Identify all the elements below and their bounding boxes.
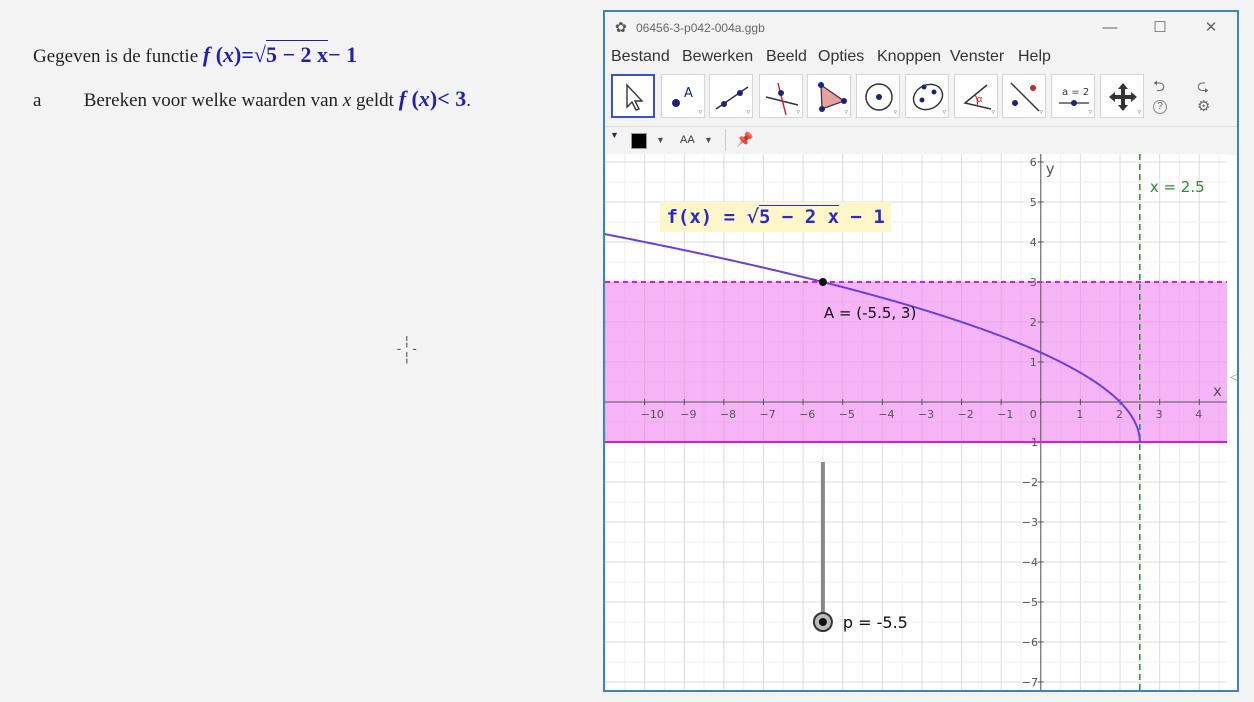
x-tick-label: −2	[958, 408, 974, 421]
x-tick-label: 1	[1076, 408, 1083, 421]
line-tool-button[interactable]: ▿	[709, 74, 753, 118]
graphics-canvas[interactable]: −10 −9 −8 −7 −6 −5 −4 −3 −2 −1 0 1 2 3 4−7−6−5−4−3−2−1…	[605, 154, 1227, 690]
settings-icon[interactable]: ⚙	[1197, 97, 1210, 115]
move-tool-button[interactable]	[611, 74, 655, 118]
x-tick-label: −3	[918, 408, 934, 421]
function-label[interactable]: f(x) = √5 − 2 x − 1	[660, 202, 891, 232]
x-tick-label: 2	[1116, 408, 1123, 421]
y-tick-label: −2	[1022, 476, 1038, 489]
question-text2: geldt	[355, 90, 394, 111]
intro-text: Gegeven is de functie	[33, 46, 199, 67]
close-button[interactable]: ✕	[1193, 17, 1229, 39]
question-a: a Bereken voor welke waarden van x geldt…	[33, 86, 471, 111]
slider-knob	[818, 618, 827, 626]
formula: f (x)=√5 − 2 x− 1	[202, 40, 358, 67]
svg-text:α: α	[977, 94, 982, 104]
title-bar: ✿ 06456-3-p042-004a.ggb — ☐ ✕	[605, 12, 1237, 44]
x-tick-label: 4	[1195, 408, 1202, 421]
question-var: x	[342, 90, 352, 111]
menu-beeld[interactable]: Beeld	[766, 48, 807, 66]
function-label-lhs: f(x) =	[666, 206, 747, 228]
x-tick-label: −4	[878, 408, 894, 421]
menu-knoppen[interactable]: Knoppen	[877, 48, 941, 66]
style-bar: ▼ ▼ AA ▼ 📌	[605, 126, 1237, 155]
crosshair-cursor-icon: ¦ - - ¦	[395, 334, 419, 365]
y-tick-label: 2	[1030, 316, 1037, 329]
x-tick-label: −5	[839, 408, 855, 421]
svg-text:a = 2: a = 2	[1062, 87, 1089, 98]
point-tool-button[interactable]: A ▿	[661, 74, 705, 118]
undo-icon[interactable]: ⮌	[1153, 76, 1165, 101]
y-tick-label: −6	[1022, 636, 1038, 649]
y-tick-label: −3	[1022, 516, 1038, 529]
menu-venster[interactable]: Venster	[950, 48, 1004, 66]
style-bar-toggle-icon[interactable]: ▼	[610, 130, 619, 140]
move-graphics-view-button[interactable]: ▿	[1100, 74, 1144, 118]
y-tick-label: 5	[1030, 196, 1037, 209]
point-a	[818, 278, 827, 286]
sqrt-sign: √	[746, 206, 760, 228]
help-icon[interactable]: ?	[1153, 100, 1167, 114]
conic-tool-button[interactable]: ▿	[905, 74, 949, 118]
x-tick-label: −10	[641, 408, 664, 421]
slider-tool-button[interactable]: a = 2 ▿	[1051, 74, 1095, 118]
graphics-view[interactable]: −10 −9 −8 −7 −6 −5 −4 −3 −2 −1 0 1 2 3 4 −7 −6 −5 −4 −3 −2 −1…	[605, 154, 1227, 690]
y-tick-label: 4	[1030, 236, 1037, 249]
y-tick-label: −7	[1022, 676, 1038, 689]
point-a-label: A = (-5.5, 3)	[824, 304, 916, 322]
angle-tool-button[interactable]: α ▿	[954, 74, 998, 118]
x-tick-label: −6	[799, 408, 815, 421]
x-tick-label: −7	[759, 408, 775, 421]
x-tick-label: −9	[680, 408, 696, 421]
menu-help[interactable]: Help	[1018, 48, 1051, 66]
x-tick-label: 0	[1030, 408, 1037, 421]
pin-icon[interactable]: 📌	[736, 131, 753, 148]
window-title: 06456-3-p042-004a.ggb	[636, 21, 765, 35]
color-dropdown-icon[interactable]: ▼	[656, 135, 665, 145]
y-tick-label: −5	[1022, 596, 1038, 609]
menu-bestand[interactable]: Bestand	[611, 48, 670, 66]
vertical-line-label: x = 2.5	[1150, 178, 1205, 196]
reflect-tool-button[interactable]: ▿	[1002, 74, 1046, 118]
x-tick-label: −8	[720, 408, 736, 421]
inequality: f (x)< 3	[398, 86, 467, 111]
menu-bewerken[interactable]: Bewerken	[682, 48, 753, 66]
x-axis-label: x	[1213, 382, 1222, 400]
move-tool-icon	[626, 83, 644, 111]
question-text: Bereken voor welke waarden van	[83, 90, 339, 111]
text-size-dropdown-icon[interactable]: ▼	[704, 135, 713, 145]
color-swatch[interactable]	[631, 133, 647, 149]
y-tick-label: −4	[1022, 556, 1038, 569]
y-axis-label: y	[1046, 160, 1055, 178]
y-tick-label: 1	[1030, 356, 1037, 369]
menu-opties[interactable]: Opties	[818, 48, 864, 66]
divider	[725, 129, 726, 151]
color-swatch-fill	[632, 134, 646, 148]
question-letter: a	[33, 90, 42, 111]
geogebra-window: ✿ 06456-3-p042-004a.ggb — ☐ ✕ Bestand Be…	[603, 10, 1239, 692]
minimize-button[interactable]: —	[1092, 17, 1128, 39]
y-tick-label: 6	[1030, 156, 1037, 169]
function-label-rhs: − 1	[839, 206, 885, 228]
x-tick-label: −1	[997, 408, 1013, 421]
x-tick-label: 3	[1156, 408, 1163, 421]
side-panel-handle-icon[interactable]: ◁	[1230, 372, 1238, 383]
function-label-radicand: 5 − 2 x	[759, 205, 840, 228]
worksheet: Gegeven is de functie f (x)=√5 − 2 x− 1 …	[0, 0, 600, 702]
menu-bar: Bestand Bewerken Beeld Opties Knoppen Ve…	[605, 44, 1237, 70]
geogebra-logo-icon: ✿	[615, 19, 627, 35]
text-size-button[interactable]: AA	[680, 134, 695, 146]
svg-text:A: A	[684, 86, 693, 101]
circle-tool-button[interactable]: ▿	[856, 74, 900, 118]
tool-bar: A ▿ ▿ ▿ ▿ ▿ ▿ α ▿ ▿ a = 2 ▿ ▿ ⮌ ⮎ ? ⚙	[605, 70, 1237, 126]
maximize-button[interactable]: ☐	[1142, 17, 1178, 39]
intro-line: Gegeven is de functie f (x)=√5 − 2 x− 1	[33, 40, 358, 68]
perpendicular-line-tool-button[interactable]: ▿	[759, 74, 803, 118]
slider-label: p = -5.5	[843, 613, 908, 632]
polygon-tool-button[interactable]: ▿	[807, 74, 851, 118]
